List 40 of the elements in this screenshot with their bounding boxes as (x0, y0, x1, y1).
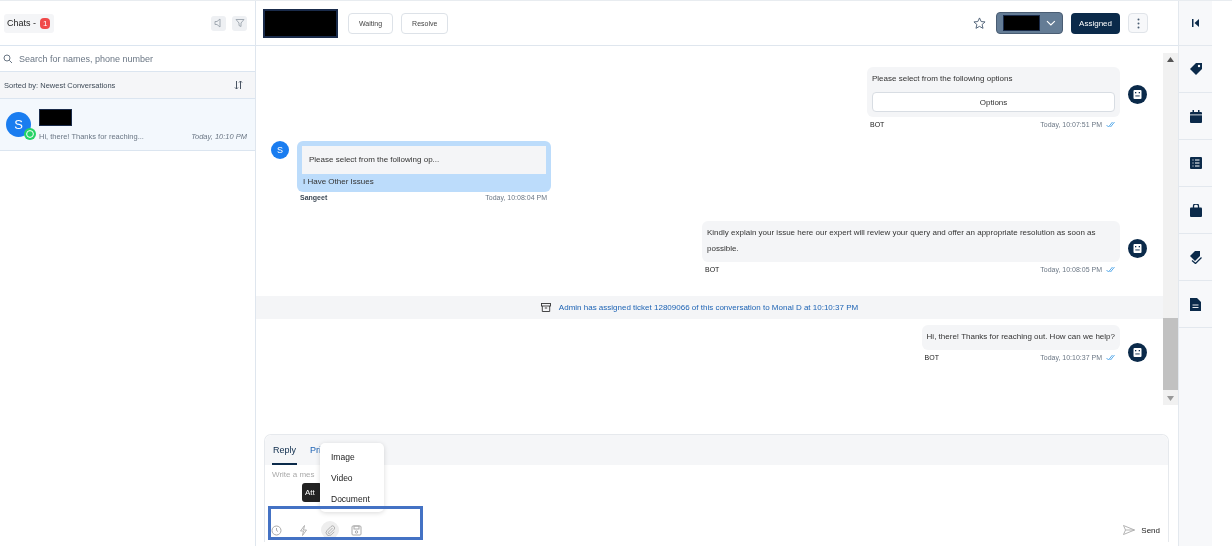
composer-tab[interactable]: Pri (309, 441, 322, 465)
robot-icon (1128, 239, 1147, 258)
options-button[interactable]: Options (872, 92, 1115, 112)
agent-dropdown[interactable] (996, 12, 1064, 34)
menu-item[interactable]: Document (320, 488, 384, 509)
sort-icon[interactable] (234, 80, 243, 90)
robot-icon (1128, 343, 1147, 362)
tag-icon[interactable] (1188, 62, 1203, 76)
star-icon[interactable] (973, 16, 987, 30)
search-icon (3, 53, 13, 64)
calendar-icon[interactable] (1189, 109, 1202, 123)
scrollbar-thumb[interactable] (1163, 318, 1178, 390)
tags-icon[interactable] (1188, 250, 1203, 264)
unread-count-badge: 1 (40, 17, 51, 29)
avatar: S (271, 141, 289, 159)
send-button[interactable]: Send (1123, 525, 1160, 535)
quoted-message: Please select from the following op... (302, 146, 546, 174)
message-text: Please select from the following options (872, 73, 1014, 85)
collapse-icon[interactable] (1191, 19, 1200, 27)
menu-item[interactable]: Video (320, 467, 384, 488)
chevron-icon (1046, 19, 1057, 27)
message-text: I Have Other Issues (302, 177, 374, 186)
bag-icon[interactable] (1189, 203, 1202, 217)
scrollbar[interactable] (1163, 53, 1178, 405)
system-message: Admin has assigned ticket 12809066 of this conversation to Monal D at 10:10:37 PM (558, 303, 859, 312)
assigned-button[interactable]: Assigned (1071, 12, 1120, 34)
list-icon[interactable] (1189, 157, 1202, 169)
send-icon (1123, 525, 1136, 535)
menu-item[interactable]: Image (320, 446, 384, 467)
document-icon[interactable] (1190, 297, 1201, 311)
message-text: Hi, there! Thanks for reaching out. How can we help? (926, 331, 1115, 343)
avatar: S (6, 112, 31, 137)
chat-bubble-icon (24, 128, 36, 140)
archive-icon (540, 303, 551, 312)
reply-composer[interactable]: Reply Pri Write a mes Send Att Image Video Document (264, 434, 1169, 542)
chats-title: Chats - (7, 18, 36, 28)
scroll-up-icon[interactable] (1167, 57, 1174, 62)
robot-icon (1128, 85, 1147, 104)
message-text: Kindly explain your issue here our expert will review your query and offer an appropriate resolution as soon as possible. (707, 227, 1097, 255)
redaction-block (39, 108, 72, 126)
